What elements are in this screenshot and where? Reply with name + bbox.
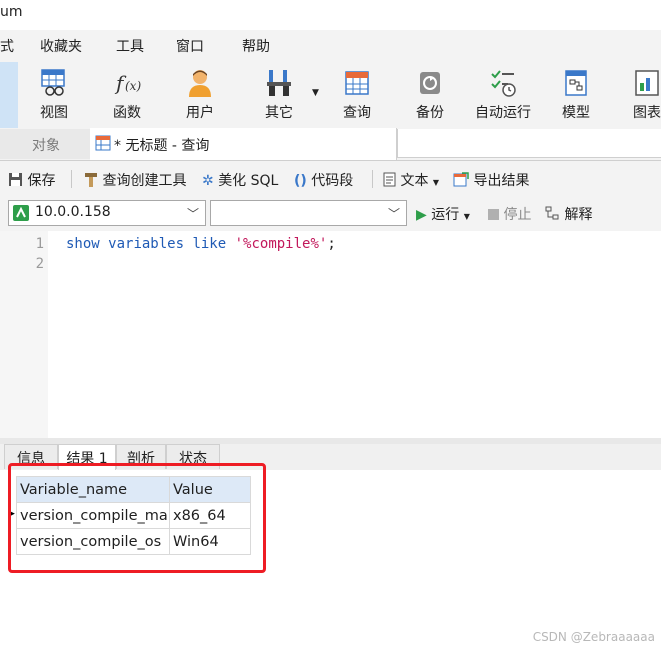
query-builder-button[interactable]: 查询创建工具 (84, 170, 186, 190)
run-label: 运行 (431, 207, 460, 223)
stop-label: 停止 (503, 207, 532, 223)
view-button[interactable]: 视图 (22, 64, 86, 124)
function-fx-icon: f (x) (114, 71, 141, 95)
explain-icon (545, 206, 559, 220)
sql-string-literal: '%compile%' (234, 236, 328, 252)
stop-icon (488, 209, 499, 220)
function-button[interactable]: f (x) 函数 (95, 64, 159, 124)
menu-item-help[interactable]: 帮助 (242, 36, 270, 56)
model-icon (565, 70, 587, 96)
play-icon: ▶ (416, 207, 427, 223)
text-dropdown-icon: ▼ (432, 178, 440, 187)
magic-wand-icon: ✲ (202, 173, 214, 189)
automation-button[interactable]: 自动运行 (471, 64, 535, 124)
highlight-annotation-box (8, 463, 266, 573)
beautify-sql-label: 美化 SQL (218, 173, 279, 189)
line-number-gutter: 1 2 (0, 231, 48, 438)
model-label: 模型 (562, 105, 590, 121)
toolbar-left-edge (0, 62, 18, 128)
query-button[interactable]: 查询 (325, 64, 389, 124)
export-results-label: 导出结果 (473, 173, 530, 189)
stop-button[interactable]: 停止 (488, 204, 531, 224)
menu-item-window[interactable]: 窗口 (176, 36, 204, 56)
user-icon (189, 70, 211, 97)
menu-bar (0, 30, 661, 62)
toolbar-divider (71, 170, 72, 188)
watermark: CSDN @Zebraaaaaa (532, 630, 655, 644)
text-label: 文本 (400, 173, 429, 189)
tab-strip-empty-area (397, 129, 661, 158)
sql-keyword: show (66, 236, 100, 252)
code-line-1[interactable]: show variables like '%compile%'; (66, 236, 336, 252)
view-label: 视图 (40, 105, 68, 121)
menu-item-favorites[interactable]: 收藏夹 (40, 36, 82, 56)
chart-button[interactable]: 图表 (617, 64, 661, 124)
query-table-icon (345, 71, 369, 95)
save-icon (9, 173, 22, 186)
automation-label: 自动运行 (475, 105, 531, 121)
tab-query-label: * 无标题 - 查询 (114, 138, 210, 154)
window-title: um (0, 4, 23, 20)
chevron-down-icon: ﹀ (186, 207, 199, 221)
connection-icon (13, 205, 29, 221)
line-number: 2 (35, 256, 44, 272)
tools-icon (267, 70, 291, 96)
line-number: 1 (35, 236, 44, 252)
others-dropdown-icon[interactable]: ▼ (312, 88, 319, 98)
explain-button[interactable]: 解释 (545, 204, 592, 224)
menu-item-tools[interactable]: 工具 (116, 36, 144, 56)
connection-select[interactable]: 10.0.0.158 ﹀ (8, 200, 206, 226)
hammer-icon (85, 173, 97, 187)
code-snippet-label: 代码段 (311, 173, 354, 189)
text-button[interactable]: 文本 ▼ (383, 170, 439, 190)
tab-objects-label: 对象 (32, 138, 60, 154)
chart-icon (635, 70, 659, 96)
database-select[interactable]: ﹀ (210, 200, 407, 226)
backup-label: 备份 (416, 105, 444, 121)
sql-editor[interactable] (0, 231, 661, 438)
export-icon (453, 172, 469, 187)
backup-button[interactable]: 备份 (398, 64, 462, 124)
svg-text:(x): (x) (125, 79, 141, 93)
code-snippet-button[interactable]: () 代码段 (294, 170, 353, 190)
title-bar (0, 0, 661, 30)
beautify-sql-button[interactable]: ✲ 美化 SQL (202, 170, 278, 190)
user-label: 用户 (186, 105, 214, 121)
others-button[interactable]: 其它 (247, 64, 311, 124)
menu-item-format[interactable]: 式 (0, 36, 14, 56)
others-label: 其它 (265, 105, 293, 121)
model-button[interactable]: 模型 (544, 64, 608, 124)
document-icon (383, 172, 396, 187)
view-grid-icon (41, 69, 65, 96)
function-label: 函数 (113, 105, 141, 121)
export-results-button[interactable]: 导出结果 (453, 170, 529, 190)
save-button[interactable]: 保存 (8, 170, 55, 190)
user-button[interactable]: 用户 (168, 64, 232, 124)
query-tab-icon (95, 135, 111, 151)
chevron-down-icon: ﹀ (387, 207, 400, 221)
sql-keyword: variables (108, 236, 185, 252)
run-button[interactable]: ▶ 运行 ▼ (416, 204, 470, 224)
toolbar-divider (372, 170, 373, 188)
query-label: 查询 (343, 105, 371, 121)
backup-icon (420, 72, 440, 94)
tab-objects[interactable]: 对象 (0, 129, 91, 159)
sql-terminator: ; (327, 236, 336, 252)
run-dropdown-icon: ▼ (463, 212, 470, 221)
save-label: 保存 (27, 173, 56, 189)
explain-label: 解释 (564, 207, 593, 223)
connection-host-value: 10.0.0.158 (35, 204, 111, 220)
schedule-icon (491, 70, 516, 97)
chart-label: 图表 (633, 105, 661, 121)
sql-keyword: like (192, 236, 227, 252)
braces-icon: () (294, 173, 307, 189)
query-builder-label: 查询创建工具 (102, 173, 187, 189)
